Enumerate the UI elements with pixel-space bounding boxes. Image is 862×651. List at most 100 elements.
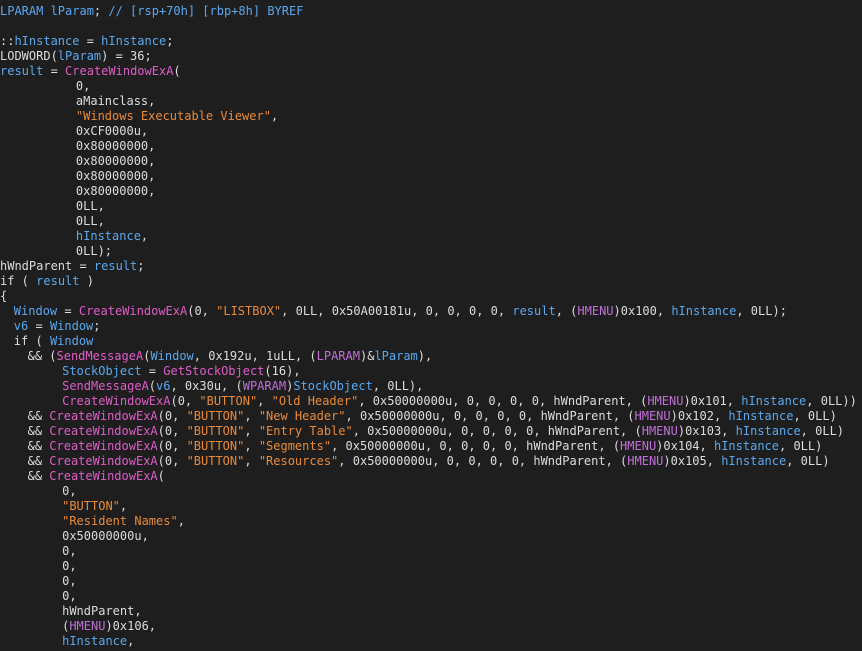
code-token: result xyxy=(93,259,138,273)
code-token: , xyxy=(140,229,149,243)
code-token: ) = 36; xyxy=(101,49,152,63)
code-line[interactable]: 0LL, xyxy=(76,214,105,229)
code-token: )0x102, xyxy=(670,409,729,423)
code-token: && xyxy=(27,454,50,468)
code-token: hInstance xyxy=(735,424,801,438)
code-token: ( xyxy=(173,64,181,78)
code-line[interactable]: 0x80000000, xyxy=(76,169,155,184)
code-token: Window xyxy=(150,349,194,363)
code-token: v6 xyxy=(13,319,29,333)
code-token: , xyxy=(177,514,185,528)
code-token: 0, xyxy=(62,574,77,588)
code-token: , 0x50000000u, 0, 0, 0, 0, hWndParent, ( xyxy=(338,454,628,468)
code-token: LPARAM lParam xyxy=(0,4,94,18)
code-token: if xyxy=(0,274,15,288)
code-line[interactable]: hWndParent = result; xyxy=(0,259,145,274)
code-token: , 0LL) xyxy=(800,424,845,438)
code-token: , xyxy=(244,424,259,438)
code-token: , xyxy=(257,394,272,408)
code-token: , 0x50000000u, 0, 0, 0, 0, hWndParent, ( xyxy=(345,409,635,423)
code-token: && xyxy=(27,469,50,483)
code-token: lParam xyxy=(57,49,102,63)
code-line[interactable]: "Resident Names", xyxy=(62,514,185,529)
code-token: "BUTTON" xyxy=(186,454,245,468)
code-line[interactable]: v6 = Window; xyxy=(14,319,101,334)
code-token: , xyxy=(244,439,259,453)
code-line[interactable]: ::hInstance = hInstance; xyxy=(0,34,173,49)
code-token: ( xyxy=(28,334,50,348)
code-token: ; xyxy=(166,34,174,48)
code-line[interactable]: hWndParent, xyxy=(62,604,141,619)
code-token: "BUTTON" xyxy=(199,394,258,408)
code-token: ( xyxy=(14,274,37,288)
code-token: 0LL, xyxy=(75,199,105,213)
code-token: Window xyxy=(49,334,94,348)
code-line[interactable]: 0, xyxy=(62,559,76,574)
code-token: 0, xyxy=(62,544,77,558)
code-token: , 0LL); xyxy=(736,304,787,318)
code-token: && ( xyxy=(27,349,57,363)
code-token: StockObject xyxy=(62,364,142,378)
code-token: , 0LL) xyxy=(793,409,837,423)
code-line[interactable]: 0x50000000u, xyxy=(62,529,149,544)
code-token: , xyxy=(119,499,128,513)
code-token: HMENU xyxy=(577,304,614,318)
code-line[interactable]: && CreateWindowExA(0, "BUTTON", "Segment… xyxy=(28,439,823,454)
code-line[interactable]: 0LL); xyxy=(76,244,112,259)
code-line[interactable]: && CreateWindowExA(0, "BUTTON", "New Hea… xyxy=(28,409,837,424)
code-line[interactable]: hInstance, xyxy=(62,634,134,649)
code-token: :: xyxy=(0,34,15,48)
code-line[interactable]: && CreateWindowExA(0, "BUTTON", "Resourc… xyxy=(28,454,830,469)
code-token: Window xyxy=(13,304,58,318)
code-token: 0x80000000, xyxy=(75,184,156,198)
code-line[interactable]: && (SendMessageA(Window, 0x192u, 1uLL, (… xyxy=(28,349,433,364)
code-line[interactable]: && CreateWindowExA( xyxy=(28,469,165,484)
code-line[interactable]: LPARAM lParam; // [rsp+70h] [rbp+8h] BYR… xyxy=(0,4,303,19)
code-line[interactable]: "BUTTON", xyxy=(62,499,127,514)
code-token: WPARAM xyxy=(242,379,287,393)
code-token: , 0x50000000u, 0, 0, 0, 0, hWndParent, ( xyxy=(331,439,621,453)
code-line[interactable]: && CreateWindowExA(0, "BUTTON", "Entry T… xyxy=(28,424,844,439)
code-token: "Resident Names" xyxy=(62,514,178,528)
code-line[interactable]: 0, xyxy=(76,79,90,94)
code-token: 0, xyxy=(62,589,77,603)
code-line[interactable]: 0x80000000, xyxy=(76,154,155,169)
code-token: hInstance xyxy=(14,34,80,48)
code-line[interactable]: aMainclass, xyxy=(76,94,155,109)
code-token: (0, xyxy=(187,304,217,318)
code-token: ; xyxy=(137,259,145,273)
code-token: HMENU xyxy=(69,619,106,633)
code-line[interactable]: 0x80000000, xyxy=(76,184,155,199)
code-line[interactable]: (HMENU)0x106, xyxy=(62,619,156,634)
code-token: , ( xyxy=(555,304,578,318)
code-token: CreateWindowExA xyxy=(62,394,171,408)
code-token: HMENU xyxy=(620,439,657,453)
code-token: CreateWindowExA xyxy=(49,424,158,438)
code-line[interactable]: 0, xyxy=(62,589,76,604)
code-line[interactable]: Window = CreateWindowExA(0, "LISTBOX", 0… xyxy=(14,304,787,319)
code-line[interactable]: LODWORD(lParam) = 36; xyxy=(0,49,152,64)
code-line[interactable]: { xyxy=(0,289,7,304)
code-line[interactable]: SendMessageA(v6, 0x30u, (WPARAM)StockObj… xyxy=(62,379,423,394)
code-line[interactable]: 0LL, xyxy=(76,199,105,214)
code-token: )0x100, xyxy=(613,304,672,318)
code-token: 0x80000000, xyxy=(75,169,156,183)
code-line[interactable]: if ( result ) xyxy=(0,274,94,289)
code-line[interactable]: 0, xyxy=(62,484,76,499)
code-token: if xyxy=(13,334,29,348)
code-line[interactable]: "Windows Executable Viewer", xyxy=(76,109,278,124)
pseudocode-view[interactable]: LPARAM lParam; // [rsp+70h] [rbp+8h] BYR… xyxy=(0,0,862,651)
code-line[interactable]: result = CreateWindowExA( xyxy=(0,64,181,79)
code-line[interactable]: 0xCF0000u, xyxy=(76,124,148,139)
code-line[interactable]: StockObject = GetStockObject(16), xyxy=(62,364,300,379)
code-token: // [rsp+70h] [rbp+8h] BYREF xyxy=(108,4,304,18)
code-line[interactable]: 0x80000000, xyxy=(76,139,155,154)
code-line[interactable]: if ( Window xyxy=(14,334,94,349)
code-line[interactable]: 0, xyxy=(62,544,76,559)
code-token: )& xyxy=(359,349,375,363)
code-line[interactable]: hInstance, xyxy=(76,229,148,244)
code-line[interactable]: CreateWindowExA(0, "BUTTON", "Old Header… xyxy=(62,394,857,409)
code-token: CreateWindowExA xyxy=(49,439,158,453)
code-line[interactable]: 0, xyxy=(62,574,76,589)
code-token: CreateWindowExA xyxy=(78,304,188,318)
